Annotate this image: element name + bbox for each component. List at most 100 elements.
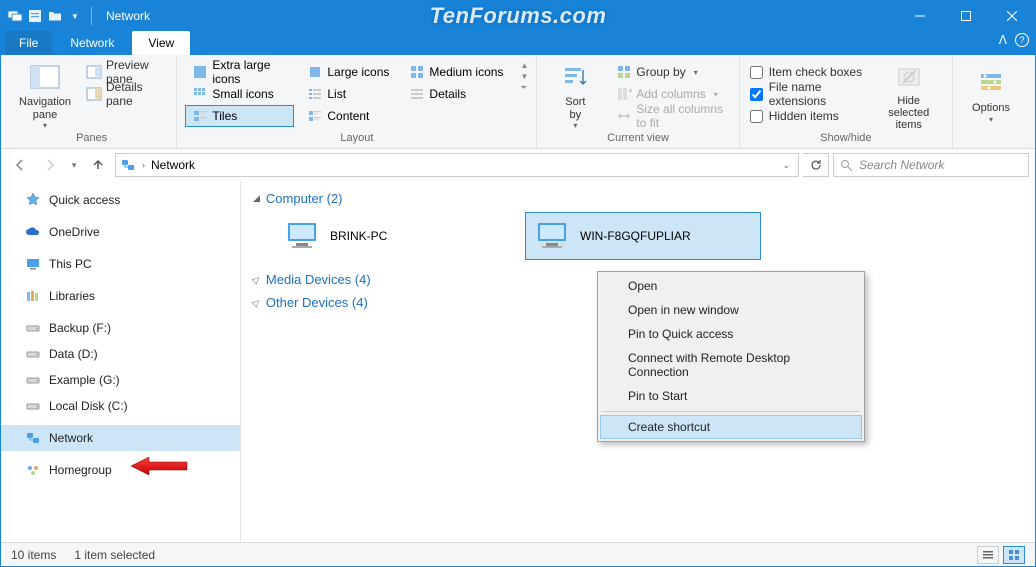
breadcrumb[interactable]: › Network ⌄ — [115, 153, 799, 177]
navigation-pane-button[interactable]: Navigation pane ▾ — [15, 61, 75, 131]
layout-extra-large[interactable]: Extra large icons — [185, 61, 294, 83]
view-tab[interactable]: View — [132, 31, 190, 55]
label: Content — [327, 109, 369, 123]
chevron-right-icon: ▷ — [250, 273, 263, 286]
refresh-button[interactable] — [803, 153, 829, 177]
sidebar-item-example[interactable]: Example (G:) — [1, 367, 240, 393]
group-label: Show/hide — [748, 132, 944, 146]
computer-tile-brink-pc[interactable]: BRINK-PC — [275, 212, 511, 260]
ribbon-collapse-icon[interactable]: ᐱ — [999, 33, 1007, 47]
sidebar-item-network[interactable]: Network — [1, 425, 240, 451]
details-pane-button[interactable]: Details pane — [81, 83, 168, 105]
sidebar-item-this-pc[interactable]: This PC — [1, 251, 240, 277]
label: BRINK-PC — [330, 229, 387, 243]
forward-button — [37, 152, 63, 178]
search-placeholder: Search Network — [859, 158, 944, 172]
file-extensions-toggle[interactable]: File name extensions — [748, 83, 868, 105]
sidebar-item-data[interactable]: Data (D:) — [1, 341, 240, 367]
search-input[interactable]: Search Network — [833, 153, 1029, 177]
chevron-right-icon[interactable]: › — [140, 160, 147, 170]
ctx-open[interactable]: Open — [600, 274, 862, 298]
drive-icon — [25, 346, 41, 362]
layout-tiles[interactable]: Tiles — [185, 105, 294, 127]
details-view-toggle[interactable] — [977, 546, 999, 564]
sidebar-item-onedrive[interactable]: OneDrive — [1, 219, 240, 245]
ctx-create-shortcut[interactable]: Create shortcut — [600, 415, 862, 439]
recent-dropdown[interactable]: ▾ — [67, 152, 81, 178]
layout-scroll-up-icon[interactable]: ▲ — [520, 61, 528, 70]
group-by-button[interactable]: Group by▾ — [611, 61, 730, 83]
label: Item check boxes — [769, 65, 862, 79]
back-button[interactable] — [7, 152, 33, 178]
close-button[interactable] — [989, 1, 1035, 31]
hide-selected-icon — [893, 61, 925, 93]
ribbon-group-current-view: Sort by ▾ Group by▾ +Add columns▾ Size a… — [537, 57, 739, 148]
label: Local Disk (C:) — [49, 399, 128, 413]
sidebar-item-libraries[interactable]: Libraries — [1, 283, 240, 309]
label: Homegroup — [49, 463, 112, 477]
ribbon-group-layout: Extra large icons Large icons Medium ico… — [177, 57, 537, 148]
label: This PC — [49, 257, 92, 271]
hidden-items-toggle[interactable]: Hidden items — [748, 105, 868, 127]
label: List — [327, 87, 346, 101]
layout-content[interactable]: Content — [300, 105, 396, 127]
file-tab[interactable]: File — [5, 31, 52, 55]
sidebar-item-homegroup[interactable]: Homegroup — [1, 457, 240, 483]
chevron-down-icon[interactable]: ⌄ — [780, 160, 792, 171]
breadcrumb-segment[interactable]: Network — [151, 158, 195, 172]
label: Small icons — [212, 87, 273, 101]
ctx-pin-start[interactable]: Pin to Start — [600, 384, 862, 408]
status-selected-count: 1 item selected — [74, 548, 155, 562]
ctx-remote-desktop[interactable]: Connect with Remote Desktop Connection — [600, 346, 862, 384]
label: Large icons — [327, 65, 389, 79]
this-pc-icon — [25, 256, 41, 272]
drive-icon — [25, 372, 41, 388]
group-by-icon — [616, 64, 632, 80]
thumbnail-view-toggle[interactable] — [1003, 546, 1025, 564]
network-tab[interactable]: Network — [54, 31, 130, 55]
maximize-button[interactable] — [943, 1, 989, 31]
up-button[interactable] — [85, 152, 111, 178]
chevron-down-icon: ▾ — [573, 121, 577, 130]
help-icon[interactable]: ? — [1015, 33, 1029, 47]
label: Computer (2) — [266, 191, 343, 206]
layout-details[interactable]: Details — [402, 83, 510, 105]
label: Libraries — [49, 289, 95, 303]
label: Size all columns to fit — [636, 102, 725, 130]
ribbon-group-options: Options ▾ — [953, 57, 1029, 148]
label: Sort by — [565, 96, 585, 120]
chevron-down-icon: ◢ — [253, 193, 260, 204]
sort-by-button[interactable]: Sort by ▾ — [545, 61, 605, 131]
layout-medium[interactable]: Medium icons — [402, 61, 510, 83]
label: Network — [49, 431, 93, 445]
options-button[interactable]: Options ▾ — [961, 61, 1021, 131]
label: Extra large icons — [212, 58, 287, 86]
status-item-count: 10 items — [11, 548, 56, 562]
minimize-button[interactable] — [897, 1, 943, 31]
ctx-pin-quick-access[interactable]: Pin to Quick access — [600, 322, 862, 346]
label: Details pane — [106, 80, 163, 108]
sidebar-item-backup[interactable]: Backup (F:) — [1, 315, 240, 341]
chevron-down-icon: ▾ — [989, 115, 993, 124]
layout-list[interactable]: List — [300, 83, 396, 105]
layout-scroll-down-icon[interactable]: ▼ — [520, 72, 528, 81]
computer-tile-win-f8gqfupliar[interactable]: WIN-F8GQFUPLIAR — [525, 212, 761, 260]
qat-dropdown-icon[interactable]: ▼ — [67, 8, 83, 24]
label: OneDrive — [49, 225, 100, 239]
label: Data (D:) — [49, 347, 98, 361]
ribbon-group-panes: Navigation pane ▾ Preview pane Details p… — [7, 57, 177, 148]
chevron-right-icon: ▷ — [250, 296, 263, 309]
sidebar-item-quick-access[interactable]: Quick access — [1, 187, 240, 213]
label: Medium icons — [429, 65, 503, 79]
section-computer[interactable]: ◢ Computer (2) — [253, 189, 1023, 208]
layout-expand-icon[interactable]: ⏷ — [520, 83, 528, 93]
svg-text:+: + — [628, 86, 632, 96]
layout-large[interactable]: Large icons — [300, 61, 396, 83]
layout-small[interactable]: Small icons — [185, 83, 294, 105]
group-label: Panes — [15, 132, 168, 146]
qat-properties-icon[interactable] — [27, 8, 43, 24]
ctx-open-new-window[interactable]: Open in new window — [600, 298, 862, 322]
sidebar-item-local-disk[interactable]: Local Disk (C:) — [1, 393, 240, 419]
group-label: Layout — [185, 132, 528, 146]
qat-newfolder-icon[interactable] — [47, 8, 63, 24]
